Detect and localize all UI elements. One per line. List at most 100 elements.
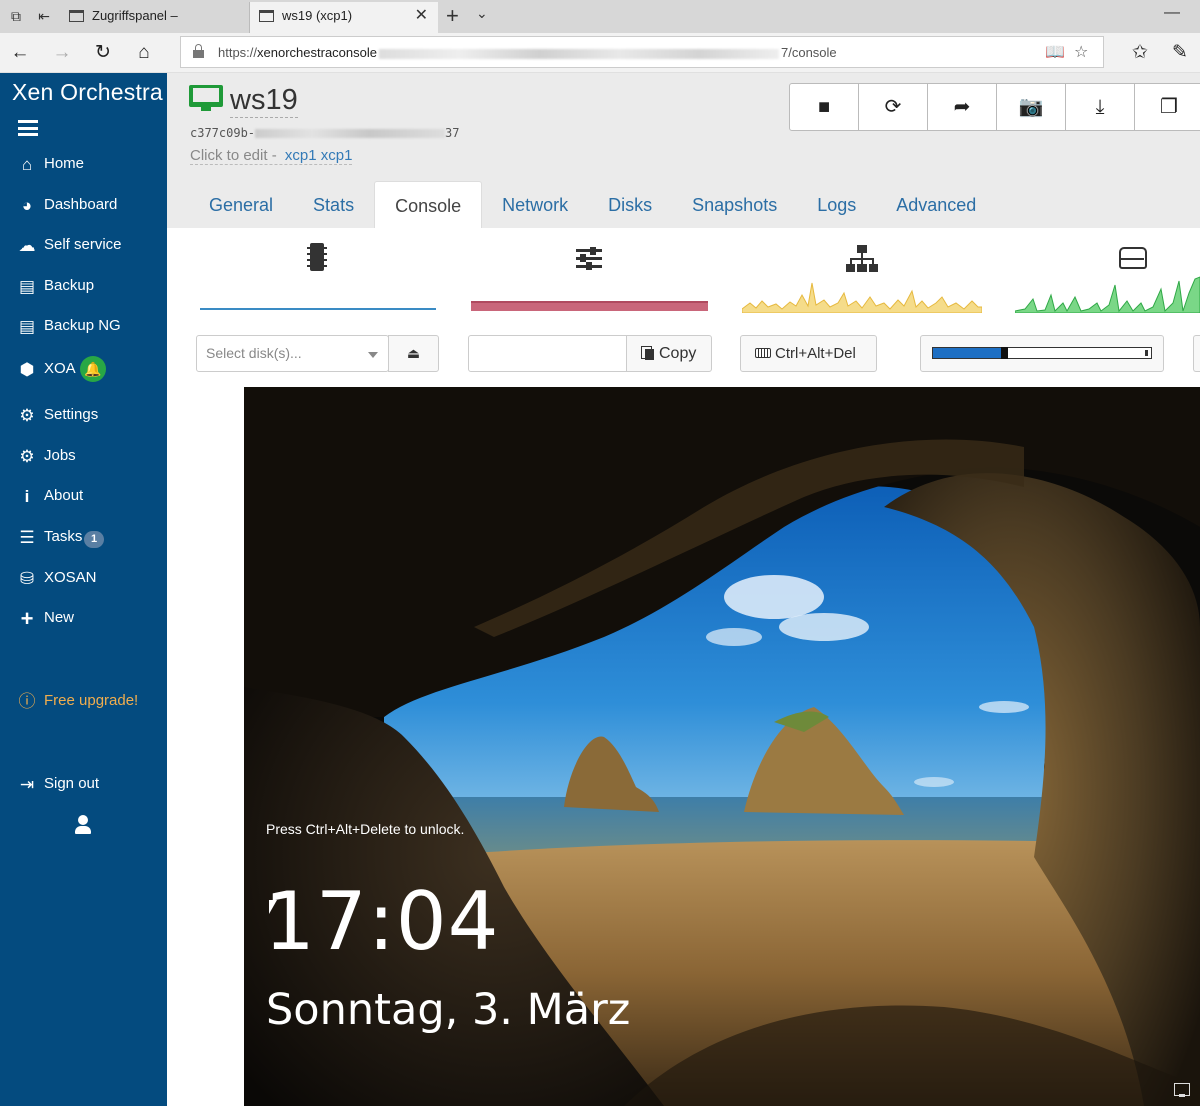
sidebar-item-xoa[interactable]: ⬢ XOA 🔔 xyxy=(0,355,167,385)
browser-tab-ws19[interactable]: ws19 (xcp1) ✕ xyxy=(250,2,438,33)
tab-snapshots[interactable]: Snapshots xyxy=(672,181,797,228)
archive-icon: ▤ xyxy=(18,277,36,296)
page-icon xyxy=(259,10,274,22)
tasks-count-badge: 1 xyxy=(84,531,104,548)
sidebar-item-about[interactable]: i About xyxy=(0,482,167,512)
clipboard-input[interactable] xyxy=(468,335,627,372)
page-icon xyxy=(69,10,84,22)
sidebar-item-label: XOA xyxy=(44,360,76,377)
sidebar-item-label: Sign out xyxy=(44,775,100,792)
copy-icon xyxy=(641,346,655,360)
info-circle-icon: ⓘ xyxy=(18,692,36,711)
copy-clipboard-button[interactable]: Copy xyxy=(626,335,712,372)
bell-icon[interactable]: 🔔 xyxy=(80,356,106,382)
camera-icon: 📷 xyxy=(1018,96,1044,118)
tab-network[interactable]: Network xyxy=(482,181,588,228)
refresh-icon[interactable]: ↻ xyxy=(91,41,115,65)
dashboard-icon: ◕ xyxy=(21,196,33,215)
scale-slider-fill xyxy=(933,348,1001,358)
sidebar-item-xosan[interactable]: ⛁ XOSAN xyxy=(0,564,167,594)
sidebar-item-backup-ng[interactable]: ▤ Backup NG xyxy=(0,312,167,342)
sidebar-item-label: Dashboard xyxy=(44,196,118,213)
caret-down-icon xyxy=(368,352,378,358)
sidebar-item-backup[interactable]: ▤ Backup xyxy=(0,272,167,302)
sidebar-item-label: Self service xyxy=(44,236,122,253)
browser-tab-bar: ⧉ ⇤ Zugriffspanel – Anwendung ws19 (xcp1… xyxy=(0,0,1200,51)
sidebar-item-tasks[interactable]: ☰ Tasks 1 xyxy=(0,523,167,553)
sidebar-item-sign-out[interactable]: ⇥ Sign out xyxy=(0,770,167,800)
pool-link[interactable]: xcp1 xcp1 xyxy=(285,147,353,164)
hard-drive-icon xyxy=(1119,247,1147,269)
migrate-button[interactable]: ➦ xyxy=(927,83,997,131)
plus-icon: + xyxy=(20,606,34,631)
new-tab-icon[interactable]: + xyxy=(446,3,459,29)
memory-sliders-icon xyxy=(576,247,602,271)
sidebar-item-label: Home xyxy=(44,155,85,172)
favorites-icon[interactable]: ✩ xyxy=(1128,41,1152,65)
sidebar-item-label: Tasks xyxy=(44,528,83,545)
share-arrow-icon: ➦ xyxy=(953,96,971,118)
sidebar-item-label: Free upgrade! xyxy=(44,692,139,709)
cube-icon: ⬢ xyxy=(19,360,35,379)
network-status-icon[interactable] xyxy=(1174,1083,1190,1097)
ctrl-alt-del-label: Ctrl+Alt+Del xyxy=(775,345,856,362)
forward-icon[interactable]: → xyxy=(50,41,74,65)
tab-stats[interactable]: Stats xyxy=(293,181,374,228)
memory-usage-graph xyxy=(471,301,708,311)
menu-toggle-icon[interactable] xyxy=(18,120,38,136)
sidebar-item-dashboard[interactable]: ◕ Dashboard xyxy=(0,191,167,221)
vm-description[interactable]: Click to edit - xcp1 xcp1 xyxy=(190,147,353,165)
sidebar-item-label: Backup xyxy=(44,277,95,294)
sidebar-item-jobs[interactable]: ⚙ Jobs xyxy=(0,442,167,472)
tab-list-chevron-icon[interactable]: ⌄ xyxy=(476,5,488,22)
vm-action-buttons: ■ ⟳ ➦ 📷 ⤓ ❐ xyxy=(789,83,1200,131)
sidebar-item-label: New xyxy=(44,609,75,626)
snapshot-button[interactable]: 📷 xyxy=(996,83,1066,131)
lockscreen-time: 17:04 xyxy=(264,875,500,968)
address-bar[interactable]: https://xenorchestraconsole 7/console 📖 ☆ xyxy=(180,36,1104,68)
eject-icon: ⏏ xyxy=(406,345,421,361)
tab-restore-icon[interactable]: ⇤ xyxy=(34,6,54,26)
cloud-icon: ☁ xyxy=(18,236,36,255)
lockscreen-date: Sonntag, 3. März xyxy=(266,985,631,1035)
close-tab-icon[interactable]: ✕ xyxy=(415,2,428,30)
tab-logs[interactable]: Logs xyxy=(797,181,876,228)
sidebar-item-self-service[interactable]: ☁ Self service xyxy=(0,231,167,261)
reboot-button[interactable]: ⟳ xyxy=(858,83,928,131)
user-icon[interactable] xyxy=(74,815,92,835)
sidebar-item-label: Settings xyxy=(44,406,99,423)
copy-icon: ❐ xyxy=(1160,96,1178,118)
tab-disks[interactable]: Disks xyxy=(588,181,672,228)
stop-button[interactable]: ■ xyxy=(789,83,859,131)
browser-tab-title: ws19 (xcp1) xyxy=(282,8,353,23)
sidebar-item-free-upgrade[interactable]: ⓘ Free upgrade! xyxy=(0,687,167,717)
network-sitemap-icon xyxy=(846,245,878,273)
sidebar-item-new[interactable]: + New xyxy=(0,604,167,634)
tab-console[interactable]: Console xyxy=(374,181,483,228)
console-scale-slider[interactable] xyxy=(932,347,1152,359)
tab-general[interactable]: General xyxy=(189,181,293,228)
export-button[interactable]: ⤓ xyxy=(1065,83,1135,131)
minimize-icon[interactable]: — xyxy=(1164,4,1180,22)
brand-title[interactable]: Xen Orchestra xyxy=(12,79,163,106)
tab-set-aside-icon[interactable]: ⧉ xyxy=(6,6,26,26)
disk-select[interactable]: Select disk(s)... xyxy=(196,335,389,372)
vm-name[interactable]: ws19 xyxy=(230,83,298,118)
favorite-star-icon[interactable]: ☆ xyxy=(1074,42,1088,62)
fullscreen-button[interactable] xyxy=(1193,335,1200,372)
console-scale-control xyxy=(920,335,1164,372)
tab-advanced[interactable]: Advanced xyxy=(876,181,996,228)
pen-icon[interactable]: ✎ xyxy=(1168,41,1192,65)
sidebar-item-label: Backup NG xyxy=(44,317,121,334)
home-browser-icon[interactable]: ⌂ xyxy=(132,41,156,65)
reading-view-icon[interactable]: 📖 xyxy=(1045,42,1065,62)
sidebar-item-settings[interactable]: ⚙ Settings xyxy=(0,401,167,431)
scale-slider-thumb[interactable] xyxy=(1001,347,1008,359)
vm-console-screen[interactable]: Press Ctrl+Alt+Delete to unlock. 17:04 S… xyxy=(244,387,1200,1106)
back-icon[interactable]: ← xyxy=(8,41,32,65)
eject-button[interactable]: ⏏ xyxy=(388,335,439,372)
copy-vm-button[interactable]: ❐ xyxy=(1134,83,1200,131)
browser-tab-zugriffspanel[interactable]: Zugriffspanel – Anwendung xyxy=(60,2,250,51)
sidebar-item-home[interactable]: ⌂ Home xyxy=(0,150,167,180)
ctrl-alt-del-button[interactable]: Ctrl+Alt+Del xyxy=(740,335,877,372)
